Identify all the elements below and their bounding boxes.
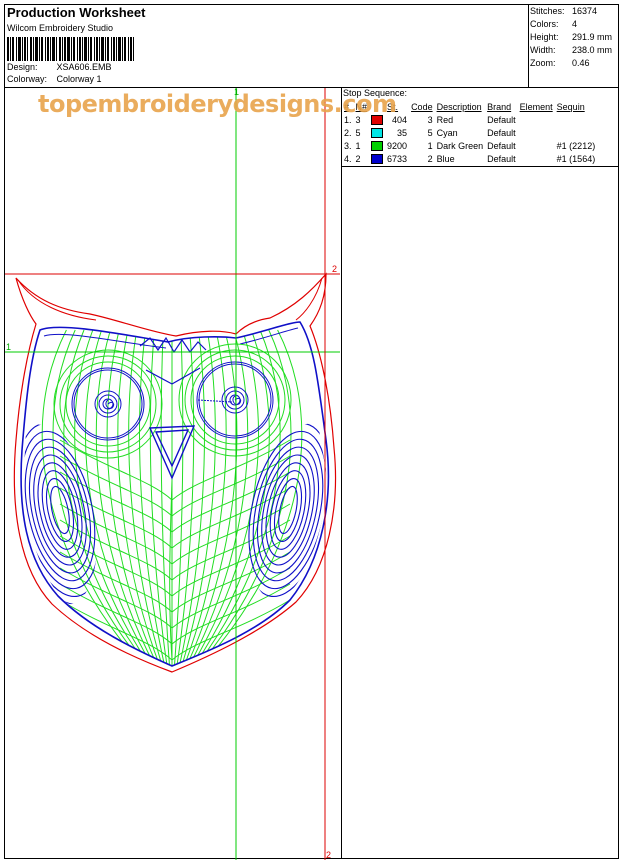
guide-label-h1: 1 (6, 342, 11, 352)
design-canvas: 1 1 2 2 (5, 87, 340, 860)
owl-blue-outline-inner (43, 327, 299, 349)
owl-right-wing (246, 423, 327, 601)
guide-label-h2: 2 (332, 264, 337, 274)
guide-label-v2: 2 (326, 850, 331, 860)
owl-left-eye (53, 349, 163, 459)
owl-right-eye (178, 343, 292, 457)
watermark-text: topembroiderydesigns.com (38, 90, 397, 118)
